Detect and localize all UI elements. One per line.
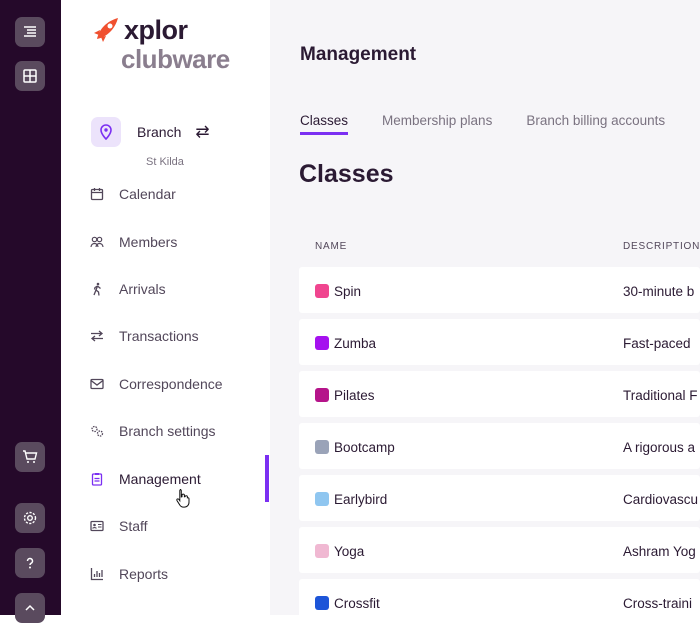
- sidebar-item-label: Transactions: [119, 328, 199, 344]
- app-rail: [0, 0, 61, 623]
- swap-icon[interactable]: ⇄: [195, 122, 209, 142]
- rocket-icon: [94, 18, 118, 42]
- class-name: Earlybird: [334, 492, 388, 507]
- arrows-icon: [90, 330, 104, 342]
- class-name: Spin: [334, 284, 362, 299]
- sidebar-item-label: Arrivals: [119, 281, 166, 297]
- mail-icon: [90, 378, 104, 390]
- color-swatch: [315, 284, 329, 298]
- branch-name: St Kilda: [146, 156, 184, 168]
- brand-logo: xplor clubware: [91, 15, 230, 73]
- chart-icon: [90, 568, 103, 581]
- class-name: Crossfit: [334, 596, 380, 611]
- table-row[interactable]: Yoga Ashram Yog: [299, 527, 700, 573]
- class-description: A rigorous a: [623, 440, 696, 455]
- tab-branch-billing-accounts[interactable]: Branch billing accounts: [526, 113, 665, 135]
- class-name: Yoga: [334, 544, 365, 559]
- settings-icon[interactable]: [15, 503, 45, 533]
- color-swatch: [315, 492, 329, 506]
- sidebar-item-label: Management: [119, 471, 201, 487]
- grid-icon[interactable]: [15, 61, 45, 91]
- tab-bar: Classes Membership plans Branch billing …: [300, 113, 699, 135]
- table-row[interactable]: Earlybird Cardiovascu: [299, 475, 700, 521]
- table-row[interactable]: Crossfit Cross-traini: [299, 579, 700, 625]
- tab-classes[interactable]: Classes: [300, 113, 349, 135]
- sidebar-item-staff[interactable]: Staff: [90, 515, 148, 537]
- sidebar-item-label: Correspondence: [119, 376, 223, 392]
- sidebar-item-label: Members: [119, 234, 178, 250]
- sidebar-item-label: Calendar: [119, 186, 176, 202]
- table-row[interactable]: Zumba Fast-paced: [299, 319, 700, 365]
- sidebar-item-correspondence[interactable]: Correspondence: [90, 373, 223, 395]
- sidebar-item-arrivals[interactable]: Arrivals: [90, 278, 166, 300]
- menu-icon[interactable]: [15, 17, 45, 47]
- color-swatch: [315, 544, 329, 558]
- gears-icon: [91, 425, 104, 437]
- class-name: Zumba: [334, 336, 377, 351]
- class-description: Fast-paced: [623, 336, 691, 351]
- table-row[interactable]: Bootcamp A rigorous a: [299, 423, 700, 469]
- branch-label: Branch: [137, 124, 182, 140]
- sidebar-item-label: Reports: [119, 566, 169, 582]
- class-name: Bootcamp: [334, 440, 395, 455]
- id-card-icon: [90, 520, 104, 532]
- clipboard-icon: [91, 473, 103, 486]
- color-swatch: [315, 388, 329, 402]
- location-pin-icon: [91, 117, 121, 147]
- sidebar-item-transactions[interactable]: Transactions: [90, 325, 199, 347]
- branch-selector[interactable]: Branch ⇄: [91, 117, 210, 147]
- help-icon[interactable]: [15, 548, 45, 578]
- sidebar: xplor clubware Branch ⇄ St Kilda Calenda…: [61, 0, 271, 615]
- color-swatch: [315, 440, 329, 454]
- section-title: Classes: [299, 160, 394, 188]
- class-description: Cross-traini: [623, 596, 693, 611]
- walk-icon: [93, 282, 101, 296]
- sidebar-item-label: Branch settings: [119, 423, 216, 439]
- table-row[interactable]: Spin 30-minute b: [299, 267, 700, 313]
- sidebar-item-label: Staff: [119, 518, 148, 534]
- sidebar-item-management[interactable]: Management: [90, 468, 201, 490]
- active-nav-indicator: [265, 455, 269, 502]
- sidebar-item-branch-settings[interactable]: Branch settings: [90, 420, 216, 442]
- column-header-name[interactable]: NAME: [315, 241, 347, 252]
- color-swatch: [315, 336, 329, 350]
- color-swatch: [315, 596, 329, 610]
- brand-line2: clubware: [121, 44, 230, 74]
- class-description: Traditional F: [623, 388, 698, 403]
- partial-icon[interactable]: [15, 593, 45, 623]
- class-description: Cardiovascu: [623, 492, 699, 507]
- column-header-description[interactable]: DESCRIPTION: [623, 241, 700, 252]
- cart-icon[interactable]: [15, 442, 45, 472]
- sidebar-item-calendar[interactable]: Calendar: [90, 183, 176, 205]
- class-description: 30-minute b: [623, 284, 695, 299]
- sidebar-item-reports[interactable]: Reports: [90, 563, 168, 585]
- table-row[interactable]: Pilates Traditional F: [299, 371, 700, 417]
- main-content: Management Classes Membership plans Bran…: [270, 0, 700, 625]
- hand-cursor-icon: [176, 489, 190, 508]
- brand-line1: xplor: [124, 14, 188, 45]
- class-description: Ashram Yog: [623, 544, 696, 559]
- page-title: Management: [300, 44, 417, 65]
- calendar-icon: [90, 188, 104, 201]
- sidebar-item-members[interactable]: Members: [90, 231, 177, 253]
- class-name: Pilates: [334, 388, 375, 403]
- tab-membership-plans[interactable]: Membership plans: [382, 113, 492, 135]
- members-icon: [90, 236, 104, 248]
